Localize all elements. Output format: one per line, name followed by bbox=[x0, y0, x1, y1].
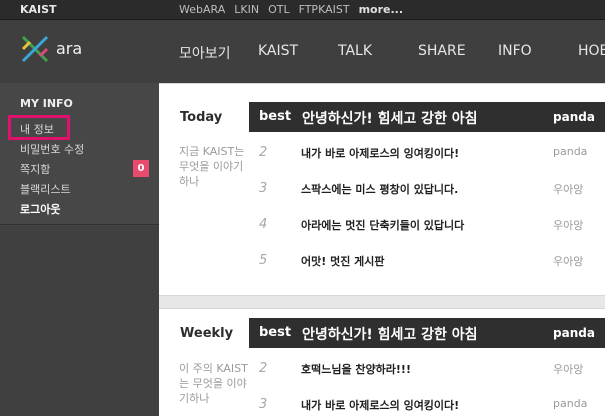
sidebar-lower bbox=[0, 226, 159, 416]
weekly-panel: Weekly 이 주의 KAIST는 무엇을 이야기하나 best 안녕하신가!… bbox=[159, 308, 605, 416]
header: ara 모아보기 KAIST TALK SHARE INFO HOB bbox=[0, 20, 605, 83]
today-description: 지금 KAIST는 무엇을 이야기하나 bbox=[179, 145, 245, 188]
article-author: 우아앙 bbox=[553, 183, 584, 196]
article-title[interactable]: 내가 바로 아제로스의 잉여킹이다! bbox=[301, 397, 459, 413]
link-webara[interactable]: WebARA bbox=[179, 3, 225, 16]
link-lkin[interactable]: LKIN bbox=[234, 3, 259, 16]
nav-talk[interactable]: TALK bbox=[338, 43, 372, 59]
article-title[interactable]: 내가 바로 아제로스의 잉여킹이다! bbox=[301, 145, 459, 161]
best-tag: best bbox=[259, 325, 292, 340]
article-author: 우아앙 bbox=[553, 255, 584, 268]
article-title[interactable]: 어맛! 멋진 게시판 bbox=[301, 253, 385, 269]
best-title[interactable]: 안녕하신가! 힘세고 강한 아침 bbox=[302, 108, 478, 128]
nav-hobby[interactable]: HOB bbox=[578, 43, 605, 59]
logo-text: ara bbox=[56, 39, 83, 58]
top-bar: KAIST WebARA LKIN OTL FTPKAIST more... bbox=[0, 0, 605, 20]
list-item[interactable]: 2 호떡느님을 찬양하라!!! 우아앙 bbox=[249, 351, 605, 387]
weekly-best-row[interactable]: best 안녕하신가! 힘세고 강한 아침 panda bbox=[249, 318, 605, 348]
sidebar-item-messages[interactable]: 쪽지함 bbox=[20, 161, 50, 177]
article-author: 우아앙 bbox=[553, 363, 584, 376]
main-content: Today 지금 KAIST는 무엇을 이야기하나 best 안녕하신가! 힘세… bbox=[159, 83, 605, 416]
article-author: 우아앙 bbox=[553, 219, 584, 232]
link-ftpkaist[interactable]: FTPKAIST bbox=[299, 3, 350, 16]
best-author: panda bbox=[553, 110, 595, 124]
logo[interactable]: ara bbox=[20, 34, 100, 66]
ara-logo-icon bbox=[21, 35, 49, 63]
nav-moabogi[interactable]: 모아보기 bbox=[179, 43, 231, 63]
weekly-description: 이 주의 KAIST는 무엇을 이야기하나 bbox=[179, 362, 248, 405]
sidebar-item-my-info[interactable]: 내 정보 bbox=[20, 121, 54, 137]
nav-share[interactable]: SHARE bbox=[418, 43, 466, 59]
list-item[interactable]: 4 아라에는 멋진 단축키들이 있답니다 우아앙 bbox=[249, 207, 605, 243]
link-otl[interactable]: OTL bbox=[268, 3, 290, 16]
nav-info[interactable]: INFO bbox=[498, 43, 532, 59]
sidebar: MY INFO 내 정보 비밀번호 수정 쪽지함 0 블랙리스트 로그아웃 bbox=[0, 83, 159, 416]
list-item[interactable]: 3 내가 바로 아제로스의 잉여킹이다! panda bbox=[249, 387, 605, 416]
today-label: Today bbox=[180, 110, 223, 125]
rank-number: 3 bbox=[259, 397, 268, 412]
rank-number: 3 bbox=[259, 181, 268, 196]
list-item[interactable]: 2 내가 바로 아제로스의 잉여킹이다! panda bbox=[249, 135, 605, 171]
top-links: WebARA LKIN OTL FTPKAIST more... bbox=[179, 3, 403, 16]
list-item[interactable]: 5 어맛! 멋진 게시판 우아앙 bbox=[249, 243, 605, 279]
rank-number: 5 bbox=[259, 253, 268, 268]
my-info-panel: MY INFO 내 정보 비밀번호 수정 쪽지함 0 블랙리스트 로그아웃 bbox=[0, 83, 159, 225]
message-count-badge: 0 bbox=[133, 160, 149, 177]
rank-number: 4 bbox=[259, 217, 268, 232]
best-title[interactable]: 안녕하신가! 힘세고 강한 아침 bbox=[302, 324, 478, 344]
my-info-title: MY INFO bbox=[20, 97, 73, 110]
article-author: panda bbox=[553, 397, 588, 410]
best-tag: best bbox=[259, 109, 292, 124]
rank-number: 2 bbox=[259, 361, 268, 376]
weekly-label: Weekly bbox=[180, 326, 234, 341]
link-more[interactable]: more... bbox=[359, 3, 403, 16]
article-title[interactable]: 아라에는 멋진 단축키들이 있답니다 bbox=[301, 217, 464, 233]
list-item[interactable]: 3 스팍스에는 미스 평창이 있답니다. 우아앙 bbox=[249, 171, 605, 207]
article-title[interactable]: 스팍스에는 미스 평창이 있답니다. bbox=[301, 181, 458, 197]
best-author: panda bbox=[553, 326, 595, 340]
article-title[interactable]: 호떡느님을 찬양하라!!! bbox=[301, 361, 411, 377]
sidebar-item-logout[interactable]: 로그아웃 bbox=[20, 201, 60, 217]
article-author: panda bbox=[553, 145, 588, 158]
today-panel: Today 지금 KAIST는 무엇을 이야기하나 best 안녕하신가! 힘세… bbox=[159, 83, 605, 296]
sidebar-item-change-password[interactable]: 비밀번호 수정 bbox=[20, 141, 84, 157]
sidebar-item-blacklist[interactable]: 블랙리스트 bbox=[20, 181, 71, 197]
site-name[interactable]: KAIST bbox=[20, 3, 57, 16]
today-best-row[interactable]: best 안녕하신가! 힘세고 강한 아침 panda bbox=[249, 102, 605, 132]
rank-number: 2 bbox=[259, 145, 268, 160]
nav-kaist[interactable]: KAIST bbox=[258, 43, 298, 59]
